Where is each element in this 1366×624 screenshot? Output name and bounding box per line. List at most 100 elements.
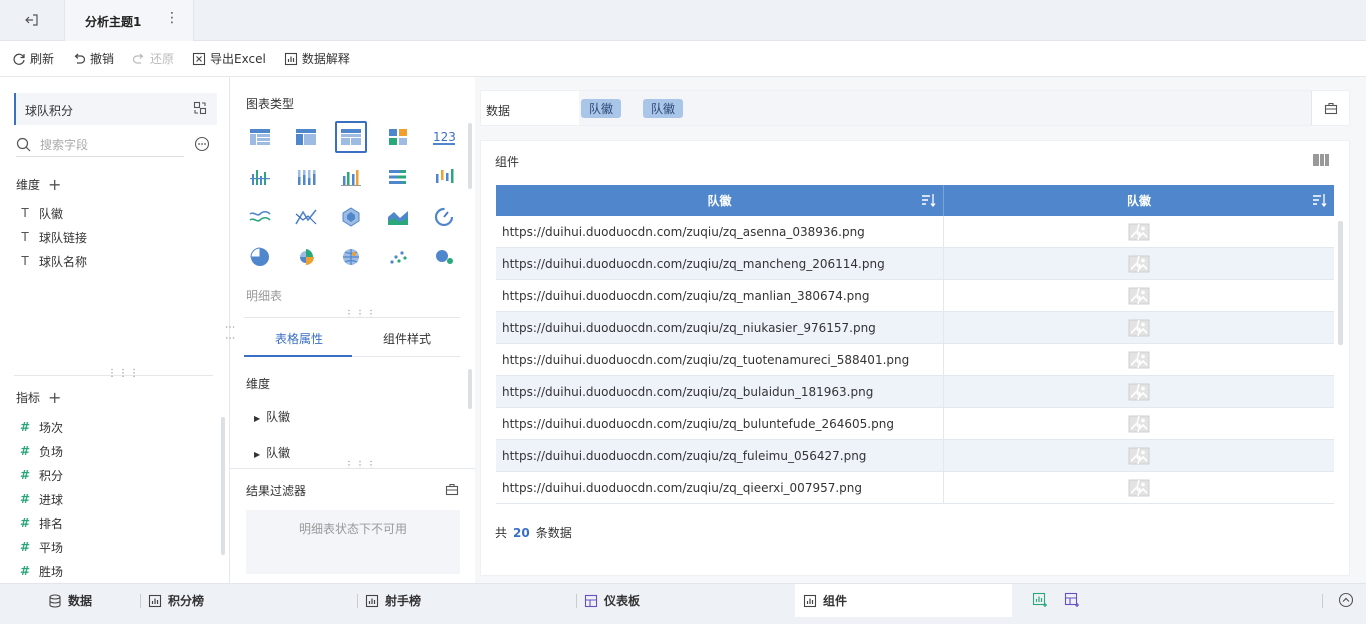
table-row[interactable]: https://duihui.duoduocdn.com/zuqiu/zq_fu… <box>496 440 1334 472</box>
field-scrollbar[interactable] <box>221 417 225 555</box>
column-chart-icon[interactable] <box>335 161 367 193</box>
component-canvas: 组件 队徽 队徽 https://duihui.duoduocdn.com/zu… <box>480 140 1350 576</box>
polyline-chart-icon[interactable] <box>290 201 322 233</box>
config-dimension-title: 维度 <box>246 377 271 391</box>
table-row[interactable]: https://duihui.duoduocdn.com/zuqiu/zq_qi… <box>496 472 1334 504</box>
more-options-icon[interactable] <box>194 136 210 155</box>
number-type-icon: # <box>19 564 31 578</box>
number-type-icon: # <box>19 420 31 434</box>
column-header[interactable]: 队徽 <box>944 185 1334 216</box>
horizontal-bar-icon[interactable] <box>382 161 414 193</box>
data-explain-button[interactable]: 数据解释 <box>284 50 350 67</box>
undo-button[interactable]: 撤销 <box>72 50 114 67</box>
scatter-chart-icon[interactable] <box>382 241 414 273</box>
add-dimension-icon[interactable]: + <box>48 175 61 194</box>
row-count: 共 20 条数据 <box>495 526 572 540</box>
radar-chart-icon[interactable] <box>335 201 367 233</box>
measure-field[interactable]: # 场次 <box>18 417 63 437</box>
number-type-icon: # <box>19 540 31 554</box>
expand-icon[interactable]: ▶ <box>254 450 260 459</box>
table-row[interactable]: https://duihui.duoduocdn.com/zuqiu/zq_ni… <box>496 312 1334 344</box>
config-dimension-item[interactable]: ▶ 队徽 <box>254 444 290 461</box>
area-chart-icon[interactable] <box>382 201 414 233</box>
data-bar-settings-icon[interactable] <box>1311 91 1349 125</box>
range-bar-icon[interactable] <box>428 161 460 193</box>
tab-scorers[interactable]: 射手榜 <box>365 584 421 617</box>
measure-field[interactable]: # 排名 <box>18 513 63 533</box>
bubble-chart-icon[interactable] <box>428 241 460 273</box>
table-row[interactable]: https://duihui.duoduocdn.com/zuqiu/zq_tu… <box>496 344 1334 376</box>
barcode-icon[interactable] <box>1313 153 1329 170</box>
dimension-field[interactable]: T 球队名称 <box>18 251 87 271</box>
redo-icon <box>132 53 144 64</box>
tab-table-properties[interactable]: 表格属性 <box>275 330 323 347</box>
exit-icon[interactable] <box>24 12 40 28</box>
analysis-topic-tab[interactable]: 分析主题1 ⋮ <box>64 0 194 41</box>
sort-icon[interactable] <box>921 193 937 210</box>
dimension-field[interactable]: T 球队链接 <box>18 227 87 247</box>
rose-chart-icon[interactable] <box>290 241 322 273</box>
table-row[interactable]: https://duihui.duoduocdn.com/zuqiu/zq_bu… <box>496 376 1334 408</box>
grouped-bar-icon[interactable] <box>244 161 276 193</box>
filter-settings-icon[interactable] <box>445 482 459 499</box>
broken-image-icon <box>944 376 1334 407</box>
number-indicator-icon[interactable]: 123 <box>428 121 460 153</box>
line-chart-icon[interactable] <box>244 201 276 233</box>
data-field-pill[interactable]: 队徽 <box>643 99 684 118</box>
measures-header: 指标 + <box>16 388 62 407</box>
map-chart-icon[interactable] <box>335 241 367 273</box>
table-row[interactable]: https://duihui.duoduocdn.com/zuqiu/zq_as… <box>496 216 1334 248</box>
field-panel: 球队积分 维度 + T队徽 T球队链接 T球队名称 ⋮⋮⋮ 指标 + #场次 #… <box>0 77 230 583</box>
analysis-topic-title: 分析主题1 <box>85 15 142 29</box>
stacked-bar-icon[interactable] <box>290 161 322 193</box>
group-table-icon[interactable] <box>290 121 322 153</box>
chart-type-scrollbar[interactable] <box>468 123 472 189</box>
gauge-chart-icon[interactable] <box>428 201 460 233</box>
table-scrollbar[interactable] <box>1338 221 1343 345</box>
tab-component[interactable]: 组件 <box>795 584 1012 617</box>
measure-field[interactable]: # 积分 <box>18 465 63 485</box>
svg-text:123: 123 <box>433 130 456 144</box>
chart-type-name: 明细表 <box>246 289 283 303</box>
measure-field[interactable]: # 平场 <box>18 537 63 557</box>
table-row[interactable]: https://duihui.duoduocdn.com/zuqiu/zq_ma… <box>496 248 1334 280</box>
tab-standings[interactable]: 积分榜 <box>148 584 204 617</box>
collapse-up-icon[interactable] <box>1338 592 1354 611</box>
sort-icon[interactable] <box>1312 193 1328 210</box>
dimension-field[interactable]: T 队徽 <box>18 203 63 223</box>
add-component-icon[interactable] <box>1032 592 1048 611</box>
tab-component-style[interactable]: 组件样式 <box>383 330 431 347</box>
switch-dataset-icon[interactable] <box>193 101 207 118</box>
data-field-pill[interactable]: 队徽 <box>581 99 622 118</box>
pie-chart-icon[interactable] <box>244 241 276 273</box>
search-icon <box>16 137 31 155</box>
resize-handle[interactable]: ⋮⋮⋮ <box>344 460 377 471</box>
text-type-icon: T <box>21 254 29 268</box>
table-row[interactable]: https://duihui.duoduocdn.com/zuqiu/zq_bu… <box>496 408 1334 440</box>
data-dropzone[interactable]: 队徽 队徽 <box>579 91 1312 125</box>
export-excel-button[interactable]: 导出Excel <box>192 50 266 67</box>
dataset-selector[interactable]: 球队积分 <box>14 93 217 125</box>
refresh-button[interactable]: 刷新 <box>12 50 54 67</box>
measure-field[interactable]: # 进球 <box>18 489 63 509</box>
tab-more-icon[interactable]: ⋮ <box>165 10 179 26</box>
table-row[interactable]: https://duihui.duoduocdn.com/zuqiu/zq_ma… <box>496 280 1334 312</box>
config-scrollbar[interactable] <box>468 369 472 409</box>
tab-dashboard[interactable]: 仪表板 <box>584 584 640 617</box>
add-dashboard-icon[interactable] <box>1064 592 1080 611</box>
detail-table-icon[interactable] <box>244 121 276 153</box>
search-input[interactable] <box>40 135 180 155</box>
resize-handle[interactable]: ⋮⋮⋮ <box>107 368 140 379</box>
expand-icon[interactable]: ▶ <box>254 414 260 423</box>
config-dimension-item[interactable]: ▶ 队徽 <box>254 408 290 425</box>
tab-data[interactable]: 数据 <box>48 584 92 617</box>
column-header[interactable]: 队徽 <box>496 185 944 216</box>
add-measure-icon[interactable]: + <box>48 388 61 407</box>
kpi-card-icon[interactable] <box>382 121 414 153</box>
database-icon <box>49 593 61 608</box>
redo-button[interactable]: 还原 <box>132 50 174 67</box>
measure-field[interactable]: # 负场 <box>18 441 63 461</box>
cross-table-icon[interactable] <box>335 121 367 153</box>
broken-image-icon <box>944 248 1334 279</box>
measure-field[interactable]: # 胜场 <box>18 561 63 581</box>
